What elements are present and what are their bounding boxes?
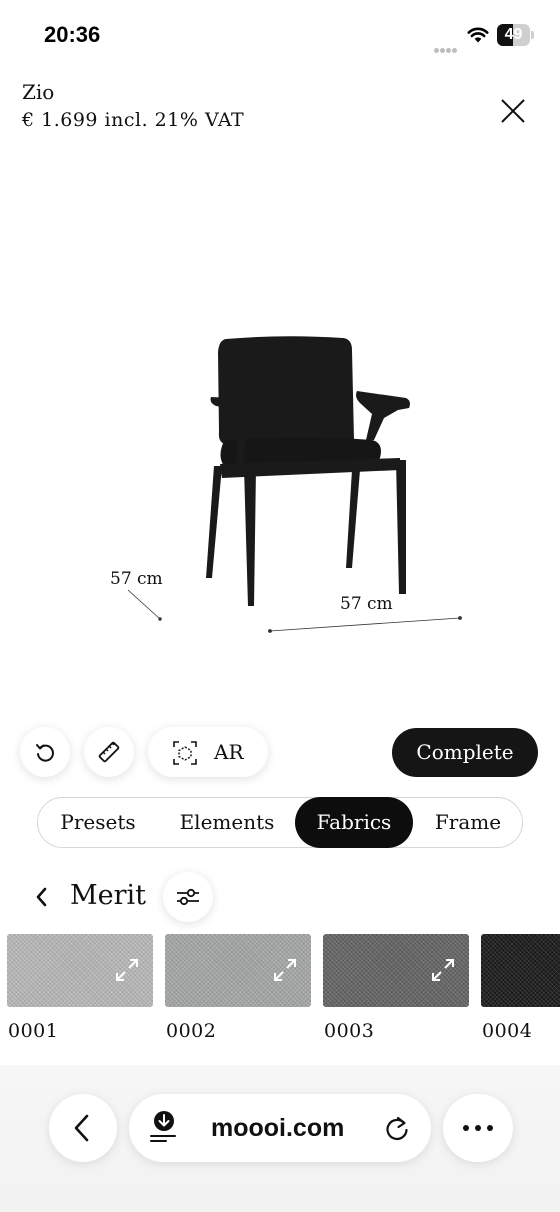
measure-button[interactable] — [84, 727, 134, 777]
battery-icon: 49 — [497, 24, 535, 46]
expand-icon[interactable] — [113, 956, 141, 984]
depth-dimension-label: 57 cm — [110, 569, 163, 589]
configurator-tabs: Presets Elements Fabrics Frame — [37, 796, 523, 848]
ar-label: AR — [214, 740, 244, 764]
reset-button[interactable] — [20, 727, 70, 777]
expand-icon[interactable] — [429, 956, 457, 984]
undo-icon — [36, 744, 54, 762]
width-dimension-label: 57 cm — [340, 594, 393, 614]
wifi-icon — [467, 27, 489, 43]
swatch-code: 0002 — [166, 1020, 217, 1042]
complete-button[interactable]: Complete — [392, 728, 538, 777]
close-icon[interactable] — [494, 92, 532, 130]
expand-icon[interactable] — [271, 956, 299, 984]
product-name: Zio — [22, 80, 55, 104]
tab-fabrics[interactable]: Fabrics — [295, 796, 413, 848]
chevron-left-icon — [74, 1114, 89, 1142]
fabric-swatch-0001[interactable] — [7, 934, 153, 1007]
filter-button[interactable] — [163, 872, 213, 922]
reload-icon[interactable] — [383, 1114, 411, 1142]
fabric-swatch-0002[interactable] — [165, 934, 311, 1007]
download-icon[interactable] — [149, 1110, 177, 1144]
ar-cube-icon — [173, 741, 197, 765]
chair-3d-view[interactable] — [0, 320, 560, 650]
ar-button[interactable]: AR — [148, 727, 268, 777]
address-bar[interactable]: moooi.com — [129, 1094, 431, 1162]
status-bar: 20:36 49 — [0, 0, 560, 70]
dimension-lines — [127, 589, 462, 633]
swatch-code: 0003 — [324, 1020, 375, 1042]
sliders-icon — [177, 888, 199, 906]
ellipsis-icon — [463, 1125, 493, 1131]
battery-level: 49 — [504, 26, 523, 43]
fabric-swatch-0004[interactable] — [481, 934, 560, 1007]
tab-elements[interactable]: Elements — [168, 797, 286, 848]
browser-back-button[interactable] — [49, 1094, 117, 1162]
collection-title: Merit — [70, 880, 147, 911]
swatch-code: 0001 — [8, 1020, 59, 1042]
status-time: 20:36 — [44, 22, 101, 47]
more-options-button[interactable] — [443, 1094, 513, 1162]
url-text: moooi.com — [211, 1114, 345, 1142]
chair-image — [206, 336, 410, 606]
chevron-left-icon[interactable] — [30, 884, 52, 910]
tab-frame[interactable]: Frame — [420, 797, 516, 848]
tab-presets[interactable]: Presets — [48, 797, 148, 848]
product-price: € 1.699 incl. 21% VAT — [22, 109, 245, 131]
ruler-icon — [98, 741, 120, 763]
fabric-swatch-0003[interactable] — [323, 934, 469, 1007]
swatch-code: 0004 — [482, 1020, 533, 1042]
signal-dots-icon — [434, 38, 460, 53]
